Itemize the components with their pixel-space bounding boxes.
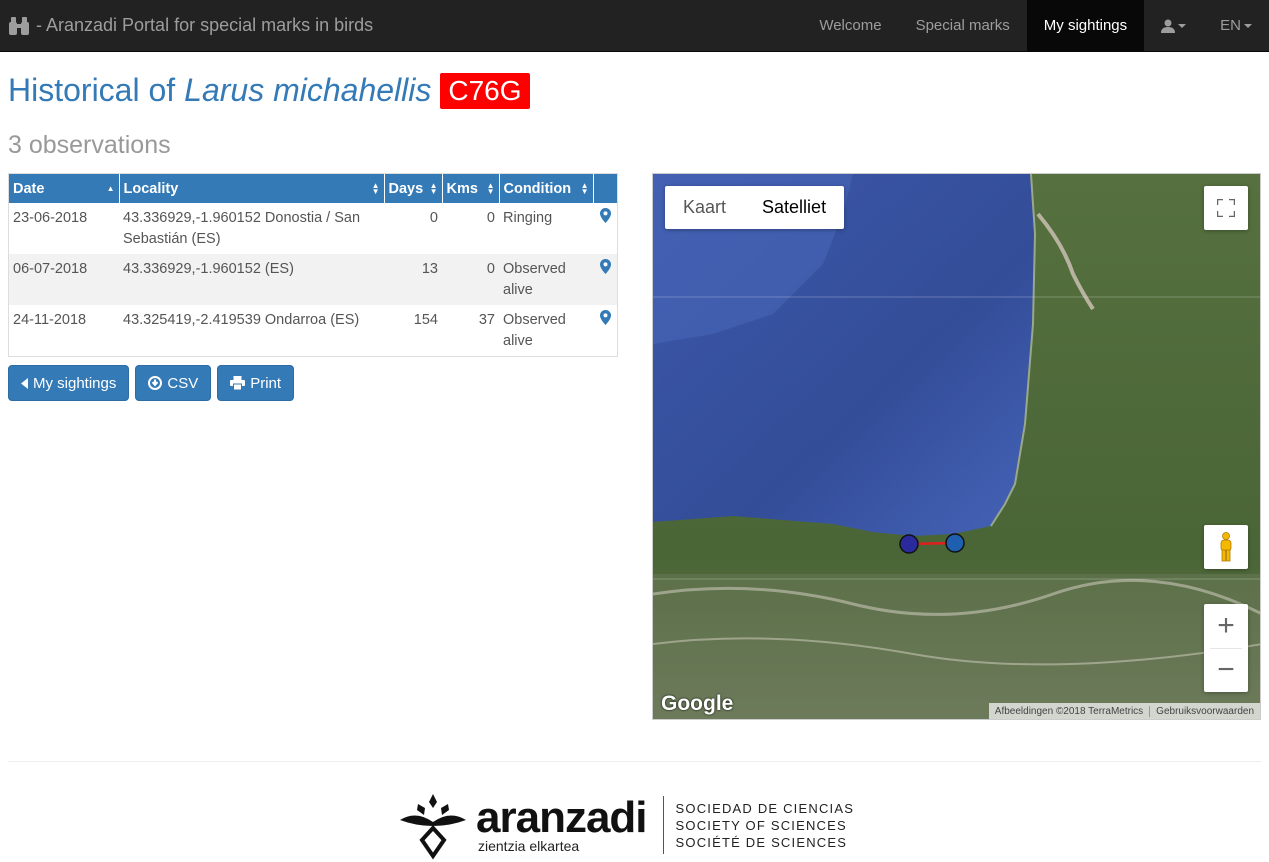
mark-code-badge: C76G	[440, 72, 530, 109]
cell-date: 23-06-2018	[13, 210, 88, 226]
street-view-pegman[interactable]	[1204, 525, 1248, 569]
zoom-in-button[interactable]: +	[1204, 604, 1248, 648]
chevron-down-icon	[1244, 23, 1252, 28]
fullscreen-button[interactable]	[1204, 186, 1248, 230]
sighting-marker	[899, 534, 919, 554]
table-row: 06-07-2018 43.336929,-1.960152 (ES) 13 0…	[9, 254, 617, 305]
logo-line-es: SOCIEDAD DE CIENCIAS	[675, 800, 855, 816]
map-type-map[interactable]: Kaart	[665, 186, 744, 229]
top-navbar: - Aranzadi Portal for special marks in b…	[0, 0, 1269, 52]
chevron-left-icon	[21, 377, 28, 389]
footer-divider	[8, 761, 1261, 762]
column-header-kms[interactable]: Kms ▲ ▼	[442, 174, 500, 203]
column-header-condition[interactable]: Condition ▲ ▼	[499, 174, 594, 203]
chevron-down-icon	[1178, 23, 1187, 28]
column-header-days[interactable]: Days ▲ ▼	[384, 174, 443, 203]
cell-locality: 43.336929,-1.960152 Donostia / San Sebas…	[123, 210, 361, 247]
cell-date: 24-11-2018	[13, 312, 87, 328]
cell-condition: Observed alive	[503, 312, 566, 349]
table-row: 23-06-2018 43.336929,-1.960152 Donostia …	[9, 203, 617, 254]
map-marker-icon[interactable]	[593, 305, 617, 356]
sort-icon: ▲ ▼	[486, 180, 495, 196]
map-view[interactable]: Kaart Satelliet + − Google Afbeeldingen …	[652, 173, 1261, 720]
user-menu[interactable]	[1144, 0, 1203, 52]
aranzadi-logo: aranzadi zientzia elkartea SOCIEDAD DE C…	[398, 790, 854, 860]
nav-welcome[interactable]: Welcome	[802, 0, 898, 52]
zoom-divider	[1210, 648, 1242, 649]
brand-link[interactable]: - Aranzadi Portal for special marks in b…	[0, 0, 373, 52]
language-menu[interactable]: EN	[1203, 0, 1269, 52]
sort-asc-icon: ▲	[106, 183, 115, 193]
logo-line-en: SOCIETY OF SCIENCES	[675, 817, 847, 833]
satellite-imagery	[653, 174, 1260, 719]
sighting-marker	[945, 533, 965, 553]
table-row: 24-11-2018 43.325419,-2.419539 Ondarroa …	[9, 305, 617, 356]
print-button[interactable]: Print	[217, 365, 295, 401]
title-prefix: Historical of	[8, 72, 176, 108]
logo-wordmark: aranzadi	[476, 793, 648, 842]
pegman-icon	[1220, 532, 1232, 562]
cell-date: 06-07-2018	[9, 254, 119, 305]
sightings-table: Date ▲ Locality ▲ ▼ Days ▲ ▼ Kms ▲ ▼ Condition ▲…	[8, 173, 618, 357]
cell-days: 13	[384, 254, 442, 305]
fullscreen-icon	[1217, 199, 1235, 217]
language-label: EN	[1220, 17, 1241, 34]
observations-count: 3 observations	[8, 131, 171, 159]
aranzadi-emblem-icon	[400, 794, 466, 860]
google-logo: Google	[661, 692, 734, 715]
cell-condition: Ringing	[503, 210, 553, 226]
zoom-out-button[interactable]: −	[1204, 648, 1248, 692]
cell-locality: 43.325419,-2.419539 Ondarroa (ES)	[123, 312, 360, 328]
cell-days: 0	[429, 210, 438, 226]
map-type-satellite[interactable]: Satelliet	[744, 186, 844, 229]
user-icon	[1161, 19, 1176, 33]
map-type-control: Kaart Satelliet	[665, 186, 845, 229]
map-marker-icon[interactable]	[593, 254, 617, 305]
sort-icon: ▲ ▼	[371, 180, 380, 196]
zoom-control: + −	[1204, 604, 1248, 692]
cell-days: 154	[413, 312, 438, 328]
sort-icon: ▲ ▼	[580, 180, 589, 196]
terms-link[interactable]: Gebruiksvoorwaarden	[1149, 705, 1260, 717]
cell-locality: 43.336929,-1.960152 (ES)	[119, 254, 384, 305]
imagery-credit: Afbeeldingen ©2018 TerraMetrics	[994, 705, 1144, 717]
column-header-map	[593, 174, 617, 203]
logo-divider	[662, 796, 664, 854]
cell-kms: 0	[486, 210, 495, 226]
column-header-locality[interactable]: Locality ▲ ▼	[119, 174, 385, 203]
logo-line-fr: SOCIÉTÉ DE SCIENCES	[675, 834, 848, 850]
download-circle-icon	[148, 376, 163, 390]
csv-download-button[interactable]: CSV	[135, 365, 212, 401]
map-marker-icon[interactable]	[593, 203, 617, 254]
back-to-sightings-button[interactable]: My sightings	[8, 365, 130, 401]
page-title: Historical of Larus michahellis C76G	[8, 72, 530, 109]
species-name: Larus michahellis	[184, 72, 432, 108]
cell-condition: Observed alive	[499, 254, 593, 305]
column-header-date[interactable]: Date ▲	[9, 174, 120, 203]
nav-special-marks[interactable]: Special marks	[899, 0, 1027, 52]
map-attribution: Afbeeldingen ©2018 TerraMetrics Gebruiks…	[988, 703, 1260, 719]
sort-icon: ▲ ▼	[429, 180, 438, 196]
nav-my-sightings[interactable]: My sightings	[1026, 0, 1145, 52]
brand-title: - Aranzadi Portal for special marks in b…	[36, 15, 374, 35]
binoculars-icon	[9, 16, 29, 35]
cell-kms: 0	[442, 254, 499, 305]
print-icon	[230, 376, 246, 390]
cell-kms: 37	[478, 312, 495, 328]
